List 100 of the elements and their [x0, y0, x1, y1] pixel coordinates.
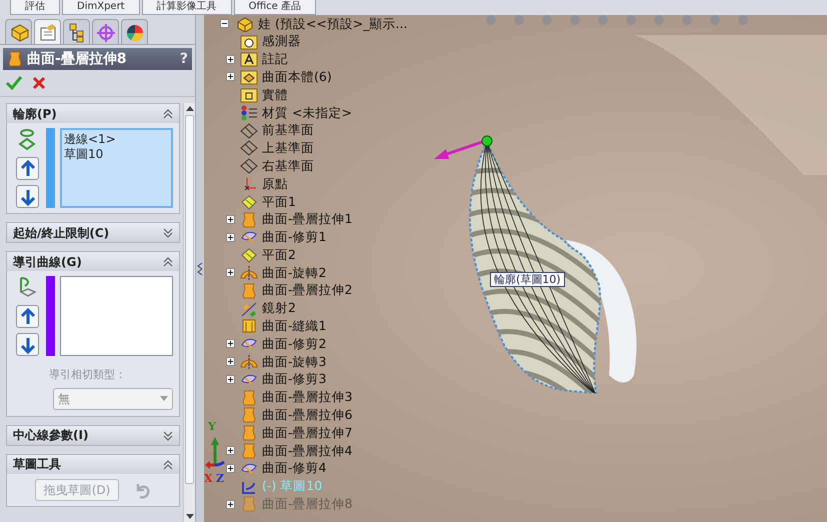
plane-icon	[240, 140, 258, 156]
tree-item[interactable]: 曲面-疊層拉伸3	[262, 388, 352, 408]
scroll-up-icon[interactable]	[186, 106, 194, 111]
tree-item[interactable]: 曲面-修剪4	[262, 459, 326, 478]
section-header[interactable]: 中心線參數(I)	[7, 426, 179, 444]
expand-chevron-icon[interactable]	[163, 227, 173, 238]
tree-item[interactable]: 曲面-修剪3	[262, 370, 326, 390]
loft-icon	[240, 425, 258, 442]
expand-icon[interactable]	[226, 232, 235, 242]
tree-item[interactable]: 娃 (預設<<預設>_顯示...	[258, 15, 408, 34]
collapse-panel-icon[interactable]	[197, 262, 203, 276]
expand-icon[interactable]	[226, 446, 235, 456]
tree-item[interactable]: 曲面-旋轉2	[262, 264, 326, 282]
mirror-icon	[240, 300, 258, 317]
tree-item[interactable]: 平面2	[262, 246, 296, 265]
section-header[interactable]: 起始/終止限制(C)	[7, 223, 179, 242]
tree-item[interactable]: 註記	[262, 50, 288, 69]
scroll-down-icon[interactable]	[186, 514, 194, 519]
expand-icon[interactable]	[226, 268, 235, 278]
checkmark-icon[interactable]	[6, 76, 22, 90]
expand-icon[interactable]	[226, 339, 235, 348]
expand-icon[interactable]	[226, 72, 235, 82]
command-tab[interactable]: 計算影像工具	[142, 0, 232, 15]
tangency-label: 導引相切類型：	[48, 367, 127, 383]
section-title: 輪廓(P)	[13, 106, 57, 122]
plane-icon	[240, 247, 258, 264]
tree-item[interactable]: 曲面-疊層拉伸7	[262, 424, 352, 443]
solid-folder-icon	[240, 87, 258, 104]
section-title: 中心線參數(I)	[13, 427, 88, 444]
loft-icon	[240, 496, 258, 512]
list-item[interactable]: 邊線<1>	[64, 132, 169, 147]
revolve-icon	[240, 265, 258, 282]
tree-item[interactable]: 曲面-疊層拉伸6	[262, 406, 352, 425]
part-icon	[236, 16, 254, 32]
section-header[interactable]: 輪廓(P)	[7, 104, 179, 123]
plane-icon	[240, 194, 258, 210]
tree-item[interactable]: 平面1	[262, 192, 296, 212]
loft-icon	[240, 443, 258, 460]
material-icon	[240, 104, 258, 121]
axis-label: Z	[216, 471, 224, 487]
selection-list[interactable]: 邊線<1> 草圖10	[60, 128, 173, 208]
expand-icon[interactable]	[226, 214, 235, 224]
list-item[interactable]: 草圖10	[64, 147, 169, 162]
command-tab[interactable]: Office 產品	[234, 0, 316, 15]
sensor-folder-icon	[240, 34, 258, 50]
scrollbar[interactable]	[183, 103, 195, 522]
move-down-button[interactable]	[16, 333, 38, 356]
tree-item[interactable]: 感測器	[262, 32, 301, 52]
axis-label: Y	[208, 419, 216, 435]
scrollbar-thumb[interactable]	[185, 115, 194, 484]
feature-tree-tab[interactable]	[5, 19, 32, 44]
annotation-folder-icon	[240, 51, 258, 68]
command-tab[interactable]: DimXpert	[62, 0, 140, 15]
configuration-tab[interactable]	[63, 19, 90, 44]
expand-icon[interactable]	[226, 357, 235, 366]
pie-tab[interactable]	[121, 19, 148, 44]
collapse-chevron-icon[interactable]	[163, 108, 173, 119]
tree-item[interactable]: 曲面-修剪2	[262, 334, 326, 354]
section-title: 草圖工具	[13, 456, 61, 473]
knit-icon	[240, 318, 258, 334]
loft-icon	[7, 51, 23, 67]
tree-item[interactable]: 實體	[262, 86, 288, 104]
tree-item[interactable]: 原點	[262, 174, 288, 194]
expand-icon[interactable]	[226, 374, 235, 384]
tree-item[interactable]: 上基準面	[262, 139, 314, 158]
profile-icon	[17, 128, 37, 152]
axis-triad-drawing	[205, 435, 225, 469]
loft-icon	[240, 282, 258, 299]
expand-icon[interactable]	[226, 464, 235, 473]
tree-item[interactable]: 材質 <未指定>	[262, 104, 352, 122]
loft-icon	[240, 390, 258, 406]
help-button[interactable]: ?	[180, 48, 188, 70]
loft-icon	[240, 212, 258, 228]
move-up-button[interactable]	[16, 305, 38, 328]
tree-item[interactable]: 曲面-疊層拉伸4	[262, 442, 352, 460]
tree-item[interactable]: 曲面-旋轉3	[262, 352, 326, 372]
close-icon[interactable]	[32, 76, 46, 90]
surface-folder-icon	[240, 69, 258, 86]
tree-item[interactable]: 右基準面	[262, 156, 314, 176]
tree-item[interactable]: 前基準面	[262, 121, 314, 140]
tree-item[interactable]: 曲面-疊層拉伸2	[262, 281, 352, 300]
move-up-button[interactable]	[16, 157, 38, 180]
expand-icon[interactable]	[226, 54, 235, 64]
section-title: 導引曲線(G)	[13, 254, 82, 270]
expand-chevron-icon[interactable]	[163, 430, 173, 440]
direction-arrow-drawing	[434, 136, 492, 159]
revolve-icon	[240, 354, 258, 370]
move-down-button[interactable]	[16, 185, 38, 208]
collapse-icon[interactable]	[220, 19, 229, 28]
tree-item[interactable]: 曲面-修剪1	[262, 228, 326, 247]
tree-item[interactable]: 鏡射2	[262, 299, 296, 318]
tree-item[interactable]: 曲面-疊層拉伸1	[262, 210, 352, 230]
plane-icon	[240, 158, 258, 174]
plane-icon	[240, 122, 258, 139]
tree-item[interactable]: 曲面本體(6)	[262, 68, 332, 87]
property-tab[interactable]	[34, 19, 61, 44]
feature-title: 曲面-疊層拉伸8	[27, 50, 127, 68]
section-title: 起始/終止限制(C)	[13, 224, 110, 242]
tree-item[interactable]: 曲面-縫織1	[262, 317, 326, 336]
command-tab[interactable]: 評估	[10, 0, 60, 15]
